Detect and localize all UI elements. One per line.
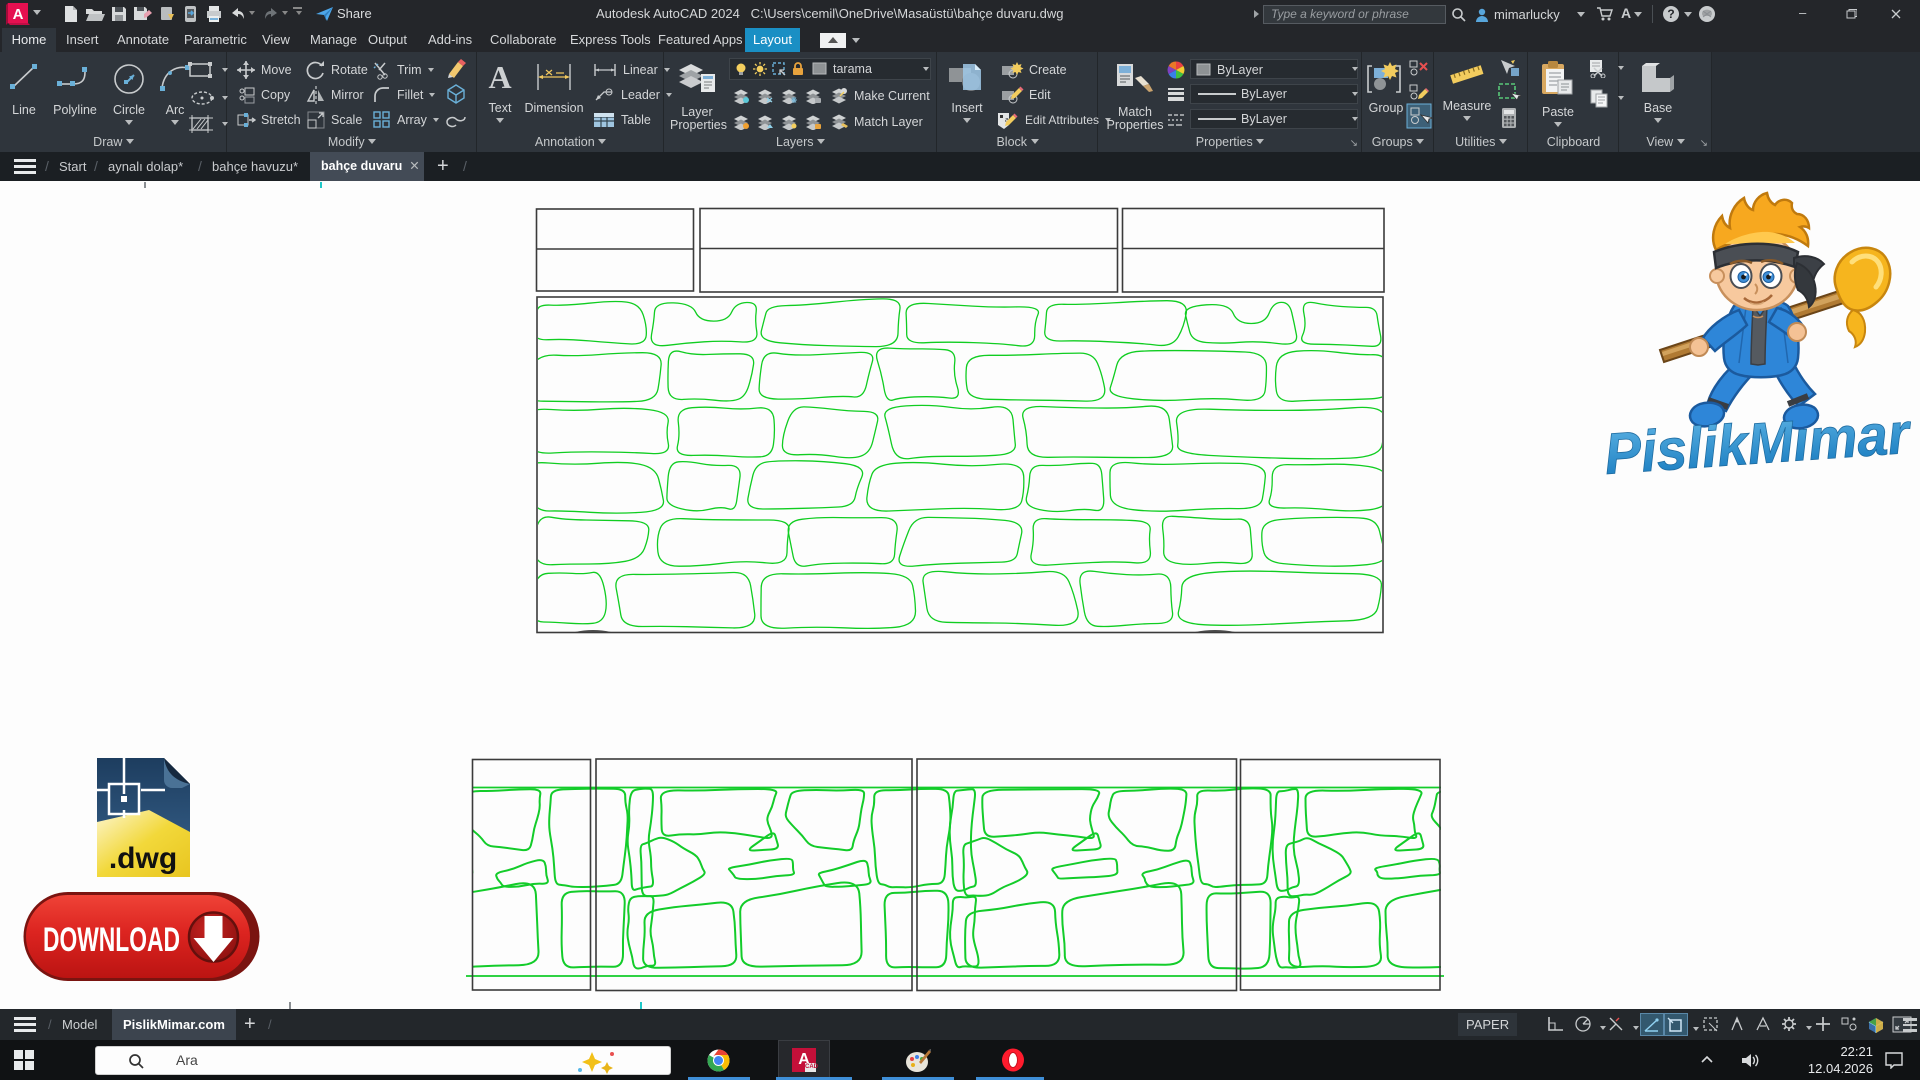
svg-text:PislikMımar: PislikMımar bbox=[1602, 401, 1914, 487]
svg-text:A: A bbox=[488, 60, 511, 95]
svg-text:A: A bbox=[13, 6, 24, 23]
svg-text:.dwg: .dwg bbox=[109, 842, 177, 875]
svg-text:?: ? bbox=[1667, 7, 1674, 21]
svg-text:DOWNLOAD: DOWNLOAD bbox=[43, 921, 180, 959]
